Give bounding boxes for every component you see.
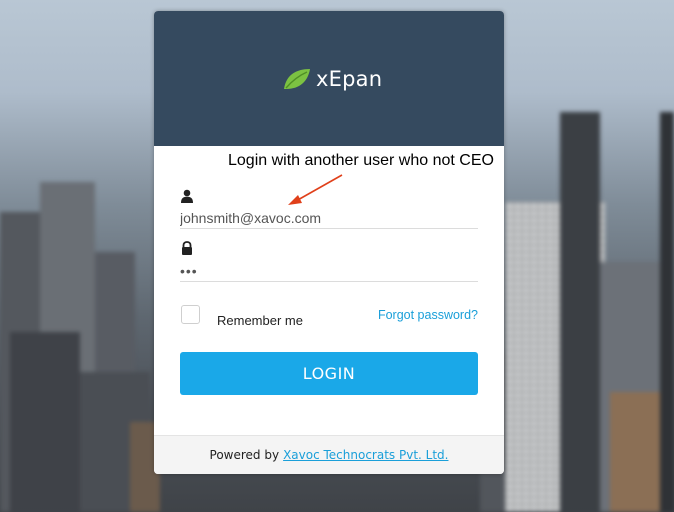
password-field[interactable] [180, 261, 478, 282]
remember-me-label: Remember me [217, 313, 303, 328]
annotation-arrow-icon [288, 174, 343, 205]
leaf-icon [284, 69, 310, 89]
building [660, 112, 674, 512]
building [560, 112, 600, 512]
email-field[interactable] [180, 208, 478, 229]
remember-me-checkbox[interactable] [181, 305, 200, 324]
forgot-password-link[interactable]: Forgot password? [378, 308, 478, 322]
user-icon [181, 189, 193, 203]
brand-name: xEpan [316, 67, 383, 91]
building [10, 332, 80, 512]
lock-icon [182, 241, 192, 255]
brand-logo: xEpan [282, 67, 382, 91]
annotation-text: Login with another user who not CEO [228, 152, 494, 169]
powered-by-label: Powered by [209, 448, 280, 462]
login-button[interactable]: LOGIN [180, 352, 478, 395]
login-panel: xEpan Login with another user who not CE… [154, 11, 504, 474]
footer: Powered by Xavoc Technocrats Pvt. Ltd. [154, 435, 504, 474]
login-header: xEpan [154, 11, 504, 146]
company-link[interactable]: Xavoc Technocrats Pvt. Ltd. [283, 448, 448, 462]
